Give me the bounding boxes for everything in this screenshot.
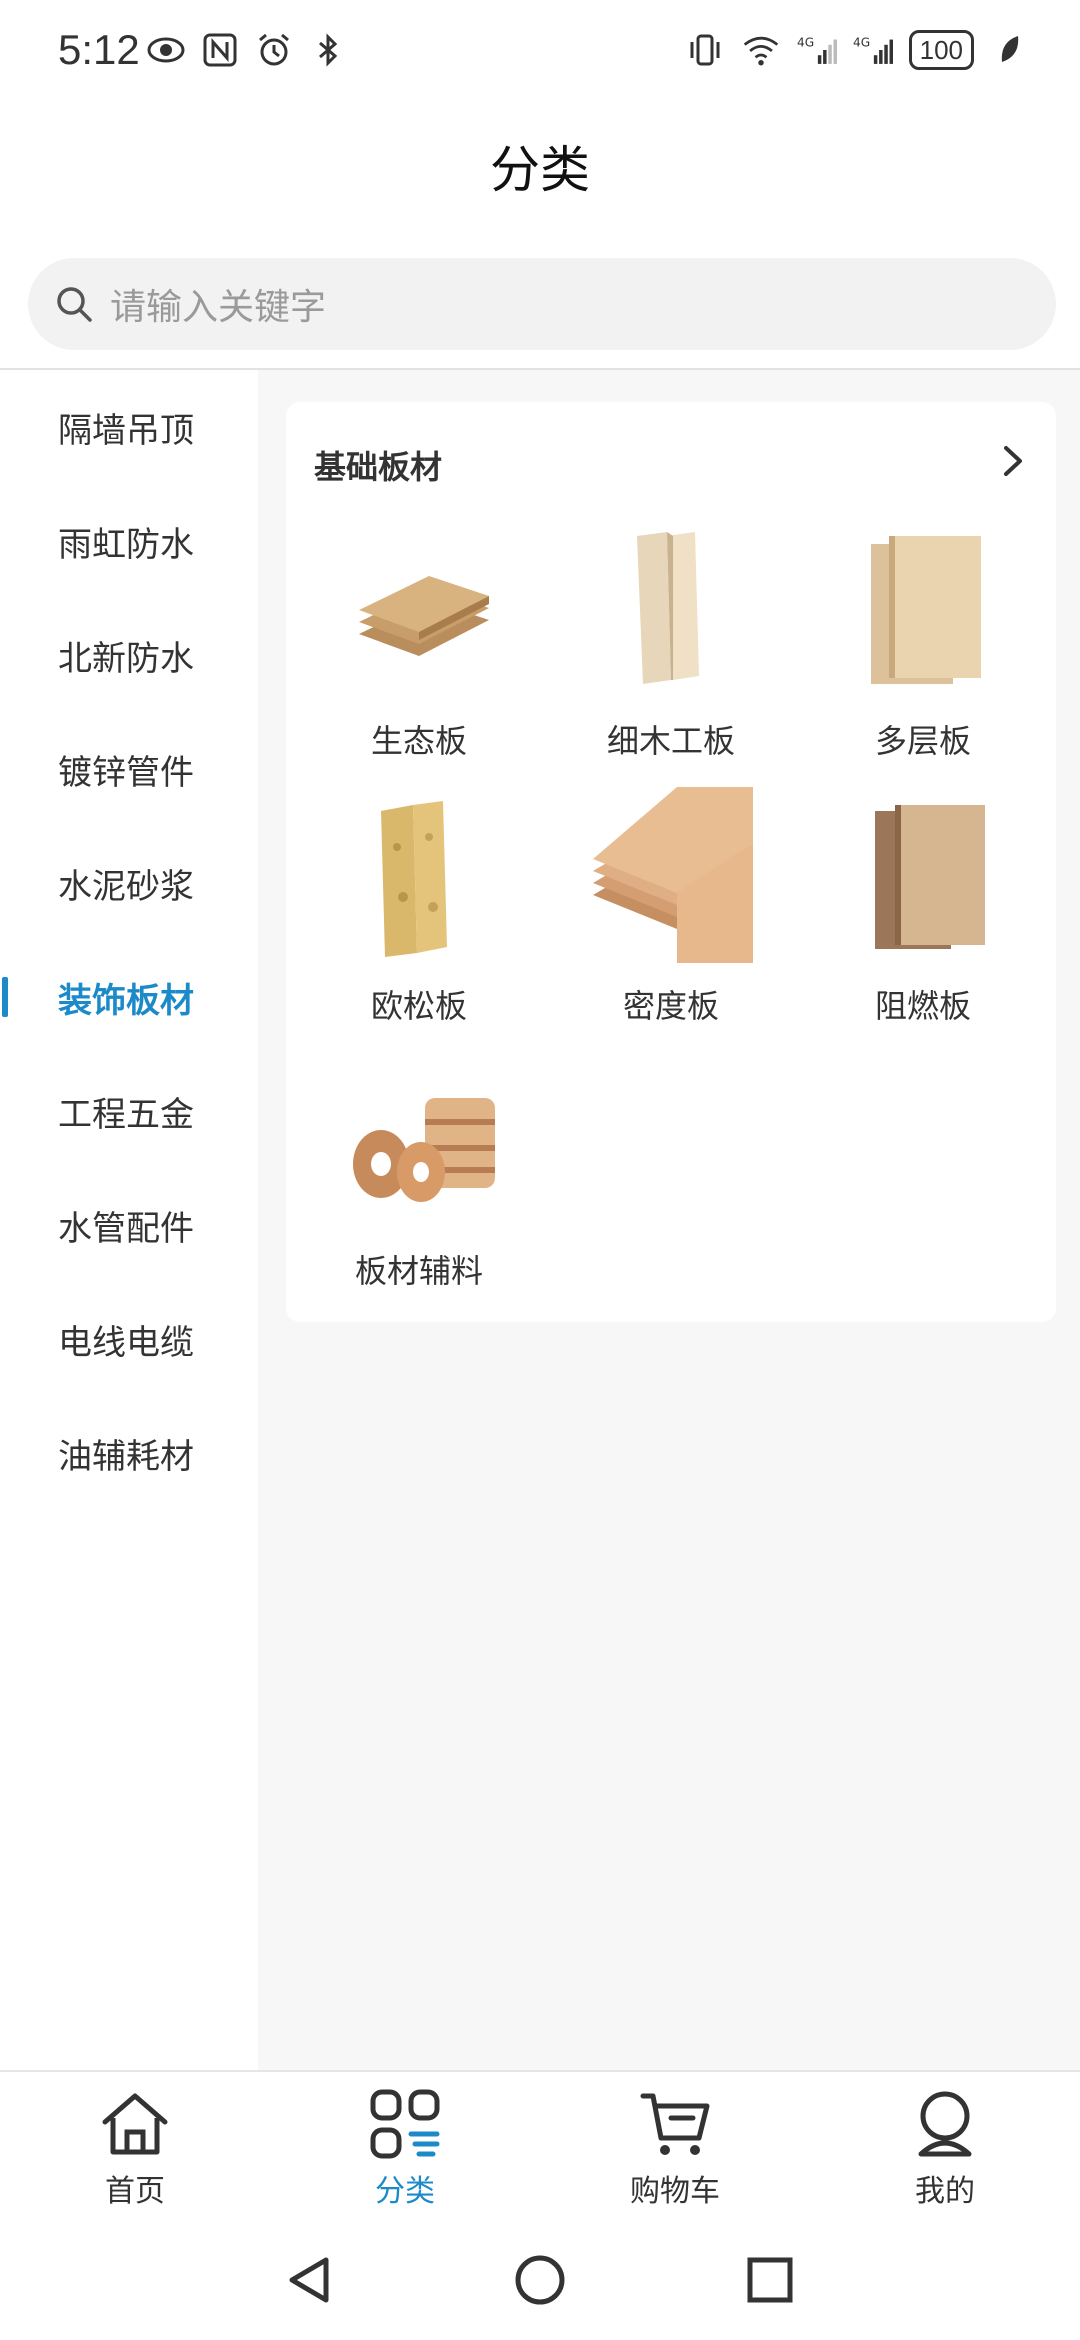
- sidebar-item-镀锌管件[interactable]: 镀锌管件: [0, 712, 258, 826]
- active-indicator: [2, 977, 8, 1017]
- nav-cart[interactable]: 购物车: [540, 2086, 810, 2210]
- eye-icon: [146, 30, 186, 70]
- sidebar-item-雨虹防水[interactable]: 雨虹防水: [0, 484, 258, 598]
- profile-icon: [918, 2091, 972, 2157]
- status-time: 5:12: [58, 26, 140, 73]
- blockboard-image: [637, 532, 699, 684]
- sidebar-item-label: 水管配件: [58, 1208, 194, 1249]
- wifi-icon: [741, 30, 781, 70]
- home-circle-icon[interactable]: [512, 2252, 568, 2308]
- product-tile-多层板[interactable]: 多层板: [803, 522, 1043, 762]
- cart-icon: [640, 2093, 710, 2155]
- product-tile-板材辅料[interactable]: 板材辅料: [299, 1052, 539, 1292]
- sidebar-item-电线电缆[interactable]: 电线电缆: [0, 1282, 258, 1396]
- category-icon: [370, 2089, 440, 2159]
- signal-4g-icon: 4G: [797, 30, 837, 70]
- product-tile-生态板[interactable]: 生态板: [299, 522, 539, 762]
- status-icons-right: 4G 4G 100: [685, 30, 1030, 70]
- product-label: 密度板: [622, 987, 719, 1025]
- status-bar: 5:12 4G 4G 100: [0, 0, 1080, 110]
- bluetooth-icon: [308, 30, 348, 70]
- page-title: 分类: [490, 141, 590, 199]
- edge-banding-image: [353, 1098, 495, 1202]
- sidebar-item-北新防水[interactable]: 北新防水: [0, 598, 258, 712]
- nav-profile[interactable]: 我的: [810, 2086, 1080, 2210]
- product-tile-密度板[interactable]: 密度板: [551, 787, 791, 1027]
- svg-text:4G: 4G: [853, 36, 870, 50]
- product-label: 板材辅料: [354, 1252, 483, 1290]
- sidebar-item-label: 隔墙吊顶: [58, 410, 194, 451]
- sidebar-item-label: 北新防水: [58, 638, 194, 679]
- nav-label: 分类: [375, 2174, 435, 2209]
- recents-icon[interactable]: [742, 2252, 798, 2308]
- nav-label: 我的: [915, 2174, 975, 2209]
- sidebar-item-工程五金[interactable]: 工程五金: [0, 1054, 258, 1168]
- leaf-icon: [990, 30, 1030, 70]
- chevron-right-icon[interactable]: [990, 436, 1034, 486]
- sidebar-item-label: 雨虹防水: [58, 524, 194, 565]
- back-icon[interactable]: [282, 2252, 338, 2308]
- subcategory-title[interactable]: 基础板材: [314, 442, 442, 488]
- battery-icon: 100: [908, 30, 974, 70]
- sidebar-item-油辅耗材[interactable]: 油辅耗材: [0, 1396, 258, 1510]
- home-icon: [102, 2093, 168, 2155]
- category-content: 基础板材 生态板 细木工板 多层板 欧松板 密度板 阻燃板 板材辅料: [258, 370, 1080, 2070]
- category-sidebar: 隔墙吊顶 雨虹防水 北新防水 镀锌管件 水泥砂浆 装饰板材 工程五金 水管配件 …: [0, 370, 258, 2070]
- subcategory-card: 基础板材 生态板 细木工板 多层板 欧松板 密度板 阻燃板 板材辅料: [286, 402, 1056, 1322]
- nfc-icon: [200, 30, 240, 70]
- osb-board-image: [381, 801, 447, 957]
- product-label: 欧松板: [370, 987, 467, 1025]
- sidebar-item-label: 装饰板材: [58, 980, 194, 1021]
- plywood-image: [871, 536, 981, 684]
- svg-text:4G: 4G: [797, 36, 814, 50]
- mdf-board-image: [593, 787, 753, 963]
- status-icons-left: [146, 30, 348, 70]
- nav-label: 首页: [105, 2174, 165, 2209]
- battery-level: 100: [919, 34, 963, 65]
- product-tile-阻燃板[interactable]: 阻燃板: [803, 787, 1043, 1027]
- product-tile-欧松板[interactable]: 欧松板: [299, 787, 539, 1027]
- sidebar-item-水管配件[interactable]: 水管配件: [0, 1168, 258, 1282]
- product-label: 细木工板: [606, 722, 735, 760]
- sidebar-item-label: 镀锌管件: [58, 752, 194, 793]
- search-input[interactable]: 请输入关键字: [28, 258, 1056, 350]
- nav-category[interactable]: 分类: [270, 2086, 540, 2210]
- sidebar-item-label: 水泥砂浆: [58, 866, 194, 907]
- product-label: 生态板: [370, 722, 467, 760]
- sidebar-item-label: 油辅耗材: [58, 1436, 194, 1477]
- nav-home[interactable]: 首页: [0, 2086, 270, 2210]
- signal-4g-icon: 4G: [853, 30, 893, 70]
- system-navigation-bar: [0, 2220, 1080, 2340]
- vibrate-icon: [685, 30, 725, 70]
- sidebar-item-水泥砂浆[interactable]: 水泥砂浆: [0, 826, 258, 940]
- sidebar-item-label: 工程五金: [58, 1094, 194, 1135]
- bottom-nav: 首页 分类 购物车 我的: [0, 2070, 1080, 2222]
- search-icon: [57, 287, 92, 322]
- sidebar-item-label: 电线电缆: [58, 1322, 194, 1363]
- alarm-icon: [254, 30, 294, 70]
- sidebar-item-隔墙吊顶[interactable]: 隔墙吊顶: [0, 370, 258, 484]
- product-label: 多层板: [874, 722, 971, 760]
- product-tile-细木工板[interactable]: 细木工板: [551, 522, 791, 762]
- sidebar-item-装饰板材[interactable]: 装饰板材: [0, 940, 258, 1054]
- product-label: 阻燃板: [874, 987, 971, 1025]
- search-placeholder: 请输入关键字: [110, 287, 327, 328]
- eco-board-image: [359, 576, 489, 656]
- nav-label: 购物车: [630, 2174, 720, 2209]
- fireproof-board-image: [875, 805, 985, 949]
